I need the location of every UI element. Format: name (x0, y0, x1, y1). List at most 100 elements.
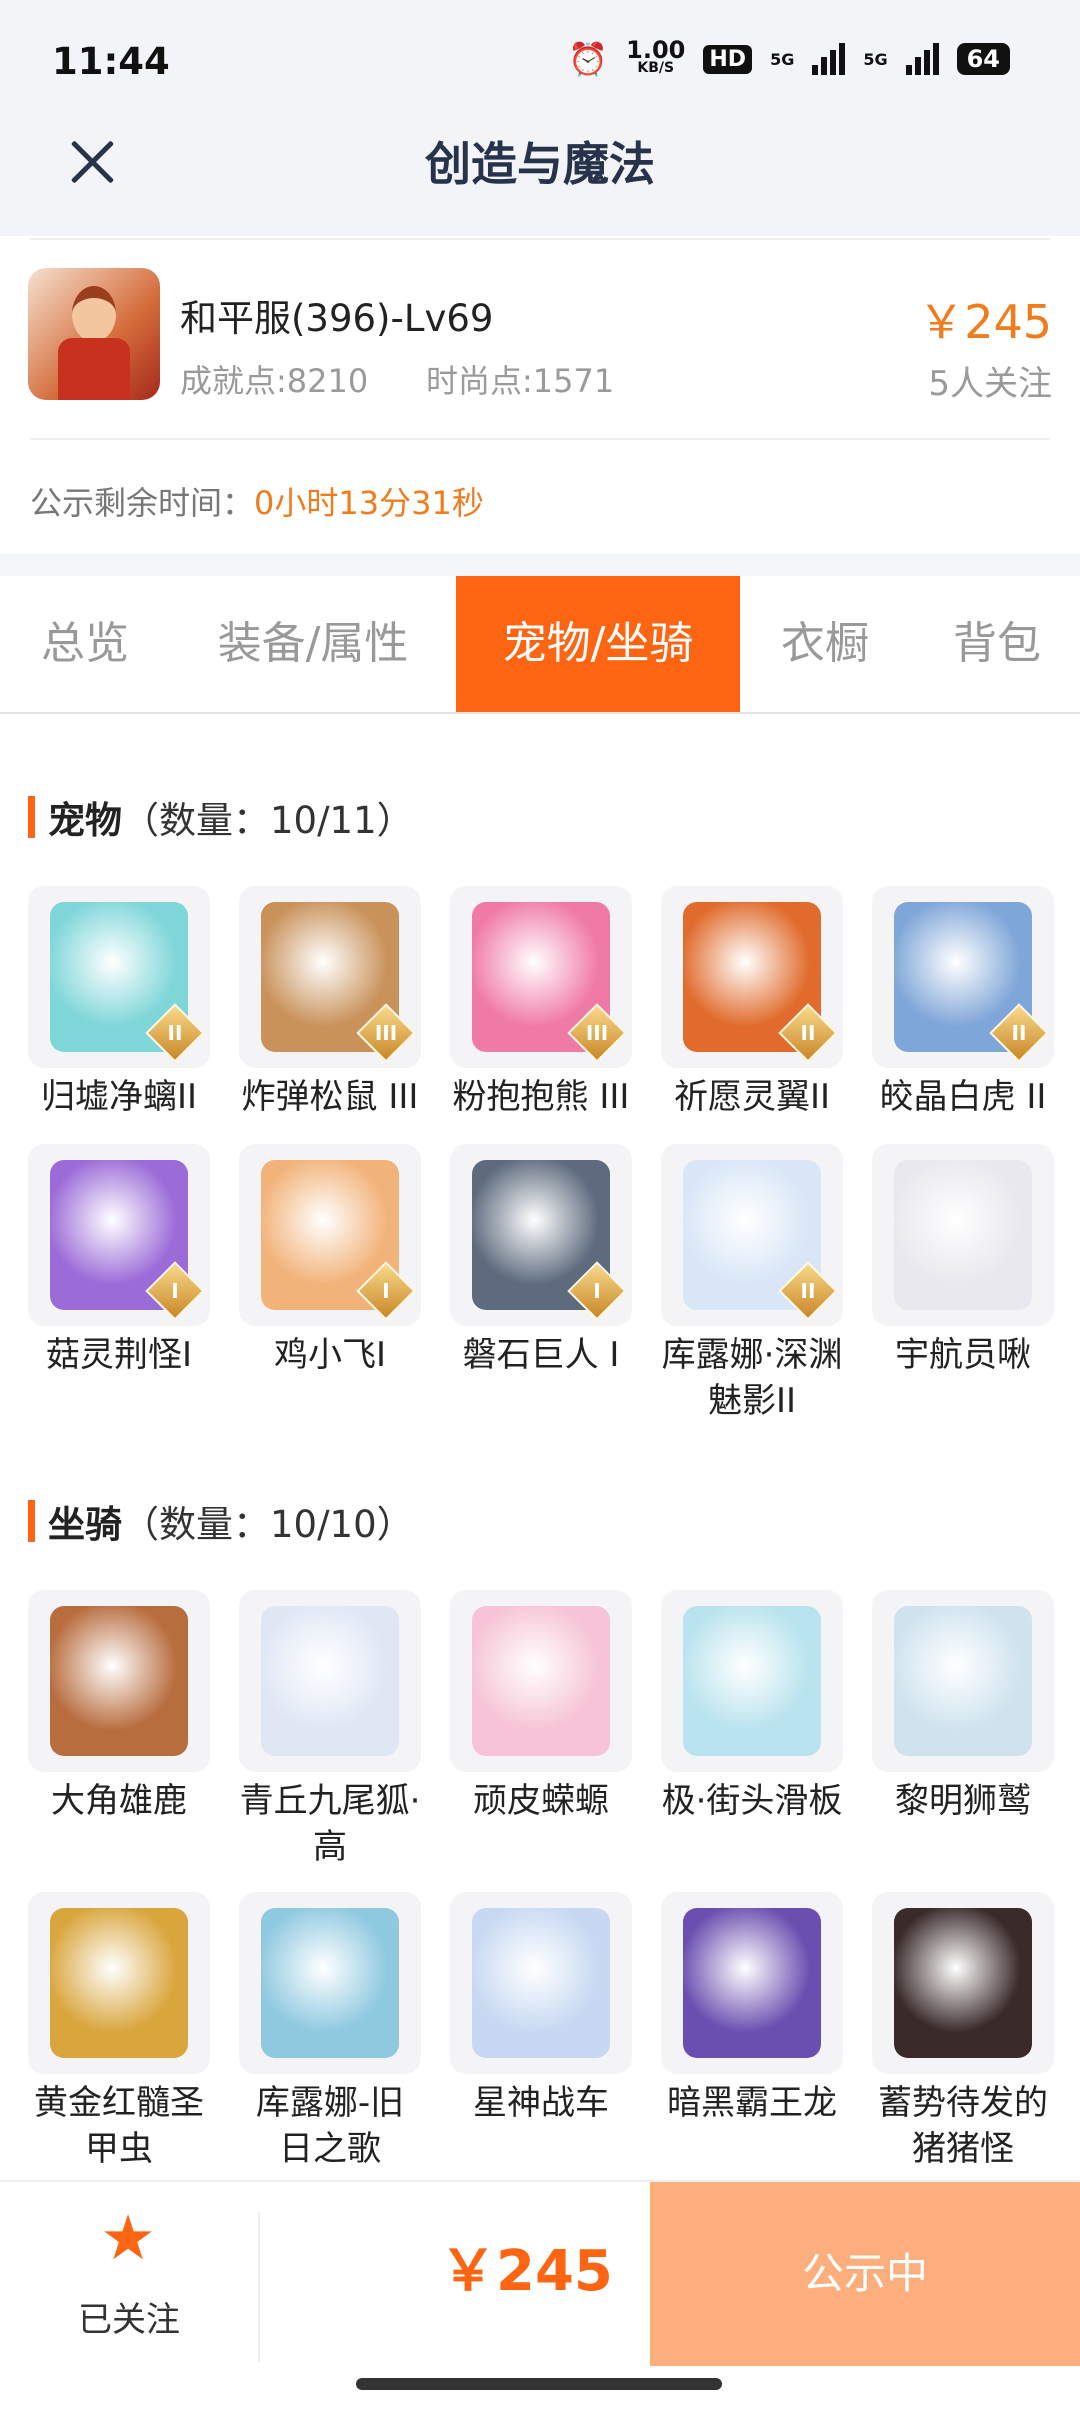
pet-item[interactable]: 宇航员啾 (872, 1144, 1054, 1378)
mount-item[interactable]: 大角雄鹿 (28, 1590, 210, 1824)
close-icon[interactable] (62, 132, 122, 192)
tab-backpack[interactable]: 背包 (914, 576, 1080, 712)
mount-image (50, 1908, 188, 2058)
pet-thumbnail: I (28, 1144, 210, 1326)
mount-thumbnail (872, 1892, 1054, 2074)
mount-image (894, 1908, 1032, 2058)
avatar-head (72, 286, 116, 342)
listing-price: ￥245 (918, 295, 1052, 349)
star-icon: ★ (100, 2201, 156, 2274)
mount-image (50, 1606, 188, 1756)
pet-item[interactable]: II 库露娜·深渊魅影II (661, 1144, 843, 1424)
mount-item[interactable]: 顽皮蝾螈 (450, 1590, 632, 1824)
pet-item[interactable]: II 归墟净螭II (28, 886, 210, 1120)
mount-name: 星神战车 (473, 2083, 609, 2123)
rank-badge-text: I (171, 1279, 179, 1303)
remaining-time-label: 公示剩余时间： (30, 484, 255, 522)
mount-item[interactable]: 星神战车 (450, 1892, 632, 2126)
pet-thumbnail: I (450, 1144, 632, 1326)
network-speed: 1.00 KB/S (626, 38, 685, 77)
mount-item[interactable]: 黎明狮鹫 (872, 1590, 1054, 1824)
pet-name: 鸡小飞I (273, 1335, 387, 1375)
pet-item[interactable]: III 炸弹松鼠 III (239, 886, 421, 1120)
alarm-icon: ⏰ (568, 40, 609, 78)
rank-badge-text: II (167, 1021, 183, 1045)
avatar-body (58, 338, 130, 400)
mount-item[interactable]: 库露娜-旧日之歌 (239, 1892, 421, 2172)
tab-bar: 总览 装备/属性 宠物/坐骑 衣橱 背包 (0, 576, 1080, 714)
pet-image (894, 1160, 1032, 1310)
bottom-price: ￥245 (440, 2239, 613, 2304)
mount-thumbnail (450, 1892, 632, 2074)
pets-count: （数量：10/11） (122, 799, 414, 842)
rank-badge-text: II (1011, 1021, 1027, 1045)
pet-thumbnail: II (661, 886, 843, 1068)
mount-name: 顽皮蝾螈 (473, 1781, 609, 1821)
pet-thumbnail: II (28, 886, 210, 1068)
pet-item[interactable]: I 磐石巨人 I (450, 1144, 632, 1378)
pet-item[interactable]: II 祈愿灵翼II (661, 886, 843, 1120)
mount-name: 青丘九尾狐·高 (239, 1781, 421, 1867)
pet-thumbnail: III (450, 886, 632, 1068)
section-gap (0, 554, 1080, 576)
mount-name: 极·街头滑板 (661, 1781, 843, 1821)
mount-item[interactable]: 黄金红髓圣甲虫 (28, 1892, 210, 2172)
top-bar: 11:44 ⏰ 1.00 KB/S HD 5G 5G 64 创造与魔法 (0, 0, 1080, 236)
remaining-time-value: 0小时13分31秒 (254, 484, 484, 522)
net2-label: 5G (863, 49, 888, 69)
pet-thumbnail: I (239, 1144, 421, 1326)
avatar[interactable] (28, 268, 160, 400)
rank-badge-text: III (374, 1021, 398, 1045)
pet-name: 归墟净螭II (40, 1077, 198, 1117)
hd-icon: HD (703, 44, 753, 74)
mount-name: 黄金红髓圣甲虫 (34, 2083, 204, 2169)
pet-item[interactable]: III 粉抱抱熊 III (450, 886, 632, 1120)
mounts-section-title: 坐骑（数量：10/10） (28, 1494, 414, 1548)
seller-card: 和平服(396)-Lv69 成就点:8210 时尚点:1571 ￥245 5人关… (0, 238, 1080, 554)
pet-thumbnail: II (661, 1144, 843, 1326)
rank-badge-text: I (382, 1279, 390, 1303)
mount-item[interactable]: 青丘九尾狐·高 (239, 1590, 421, 1870)
tab-equipment[interactable]: 装备/属性 (188, 576, 438, 712)
followers-count: 5人关注 (928, 364, 1052, 404)
mount-thumbnail (239, 1892, 421, 2074)
net1-label: 5G (770, 49, 795, 69)
pet-name: 库露娜·深渊魅影II (661, 1335, 843, 1421)
mount-image (472, 1908, 610, 2058)
divider (30, 438, 1050, 440)
mount-thumbnail (661, 1892, 843, 2074)
tab-pets-mounts[interactable]: 宠物/坐骑 (456, 576, 740, 712)
pet-item[interactable]: I 鸡小飞I (239, 1144, 421, 1378)
battery-icon: 64 (956, 43, 1010, 75)
pet-name: 祈愿灵翼II (673, 1077, 831, 1117)
pet-name: 炸弹松鼠 III (241, 1077, 419, 1117)
follow-button[interactable]: ★ 已关注 (0, 2182, 258, 2358)
home-indicator (356, 2378, 722, 2390)
rank-badge-text: I (593, 1279, 601, 1303)
public-status-button[interactable]: 公示中 (650, 2182, 1080, 2366)
rank-badge-text: III (585, 1021, 609, 1045)
mount-name: 蓄势待发的猪猪怪 (878, 2083, 1048, 2169)
pets-title: 宠物 (48, 799, 122, 842)
mount-image (472, 1606, 610, 1756)
signal-icon (812, 43, 846, 75)
pet-item[interactable]: I 菇灵荆怪I (28, 1144, 210, 1378)
nav-bar: 创造与魔法 (0, 120, 1080, 236)
tab-overview[interactable]: 总览 (0, 576, 170, 712)
mount-image (683, 1606, 821, 1756)
character-name: 和平服(396)-Lv69 (180, 297, 494, 340)
divider (258, 2212, 260, 2362)
pet-item[interactable]: II 皎晶白虎 II (872, 886, 1054, 1120)
pet-name: 皎晶白虎 II (879, 1077, 1047, 1117)
page-title: 创造与魔法 (425, 137, 655, 191)
pet-thumbnail (872, 1144, 1054, 1326)
mount-thumbnail (28, 1590, 210, 1772)
tab-wardrobe[interactable]: 衣橱 (750, 576, 900, 712)
mount-name: 大角雄鹿 (51, 1781, 187, 1821)
pet-name: 宇航员啾 (895, 1335, 1031, 1375)
mount-item[interactable]: 极·街头滑板 (661, 1590, 843, 1824)
status-icons: ⏰ 1.00 KB/S HD 5G 5G 64 (568, 38, 1010, 78)
rank-badge-text: II (800, 1021, 816, 1045)
mount-item[interactable]: 暗黑霸王龙 (661, 1892, 843, 2126)
mount-item[interactable]: 蓄势待发的猪猪怪 (872, 1892, 1054, 2172)
